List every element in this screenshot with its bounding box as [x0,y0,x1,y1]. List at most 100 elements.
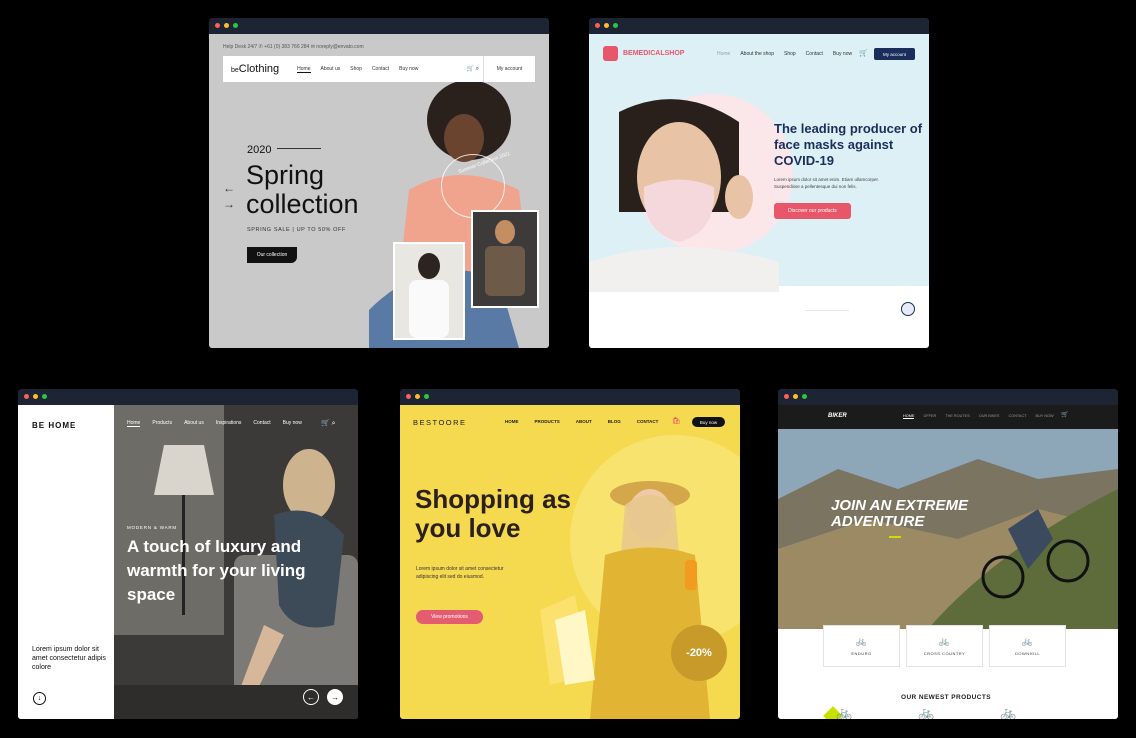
hero-title: A touch of luxury and warmth for your li… [127,537,306,604]
nav-about[interactable]: About us [321,66,341,73]
home-page: BE HOME Lorem ipsum dolor sit amet conse… [18,405,358,719]
buy-button[interactable]: Buy now [692,417,725,427]
category-cross-country[interactable]: 🚲 CROSS COUNTRY [906,625,983,667]
nav-shop[interactable]: Shop [784,51,796,57]
nav-contact[interactable]: CONTACT [1008,414,1026,419]
discount-badge: -20% [671,625,727,681]
cart-icon[interactable]: 🛒 [1061,411,1068,418]
logo[interactable]: BESTOORE [413,418,467,427]
nav-menu: HOME OFFER THE ROUTES OUR BIKES CONTACT … [903,414,1054,419]
hero-title: Spring collection [246,160,359,219]
hero-title: JOIN AN EXTREME ADVENTURE [831,497,968,530]
nav-products[interactable]: PRODUCTS [535,419,560,424]
logo-text[interactable]: BEMEDICALSHOP [623,50,684,57]
hero-subtext: Lorem ipsum dolor sit amet enim. Etiam u… [774,177,880,189]
product-bike-icon[interactable]: 🚲 [1000,705,1016,719]
masked-woman-photo [589,99,779,292]
nav-home[interactable]: Home [717,51,730,57]
biker-template-preview[interactable]: BIKER HOME OFFER THE ROUTES OUR BIKES CO… [778,389,1118,719]
nav-about[interactable]: ABOUT [576,419,592,424]
scroll-down-icon[interactable]: ↓ [33,692,46,705]
product-bike-icon[interactable]: 🚲 [918,705,934,719]
nav-contact[interactable]: CONTACT [637,419,659,424]
nav-shop[interactable]: Shop [350,66,362,73]
nav-buy[interactable]: Buy now [283,420,302,427]
nav-home[interactable]: Home [127,420,141,427]
slider-arrows[interactable]: ← → [223,180,235,212]
store-template-preview[interactable]: BESTOORE HOME PRODUCTS ABOUT BLOG CONTAC… [400,389,740,719]
clothing-page: Help Desk 24/7 ✆ +61 (0) 383 766 284 ✉ n… [209,34,549,348]
nav-buy[interactable]: Buy now [833,51,852,57]
window-titlebar [589,18,929,34]
account-button[interactable]: My account [874,48,915,60]
contact-topbar: Help Desk 24/7 ✆ +61 (0) 383 766 284 ✉ n… [223,44,364,50]
clothing-template-preview[interactable]: Help Desk 24/7 ✆ +61 (0) 383 766 284 ✉ n… [209,18,549,348]
collection-button[interactable]: Our collection [247,247,297,263]
window-titlebar [400,389,740,405]
sale-text: SPRING SALE | UP TO 50% OFF [247,227,346,233]
hero-title: Shopping as you love [415,484,571,543]
window-controls [406,394,429,399]
nav-contact[interactable]: Contact [372,66,389,73]
prev-arrow-icon[interactable]: ← [303,689,319,705]
window-controls [215,23,238,28]
window-titlebar [778,389,1118,405]
nav-menu: Home About the shop Shop Contact Buy now [717,51,852,57]
title-accent-line [889,536,901,538]
logo[interactable]: BE HOME [32,421,76,430]
divider [277,148,321,149]
window-controls [595,23,618,28]
nav-buy[interactable]: BUY NOW [1036,414,1054,419]
nav-home[interactable]: HOME [505,419,519,424]
nav-home[interactable]: HOME [903,414,915,419]
promotions-button[interactable]: View promotions [416,610,483,624]
bike-icon: 🚲 [1021,636,1034,646]
home-template-preview[interactable]: BE HOME Lorem ipsum dolor sit amet conse… [18,389,358,719]
nav-menu: HOME PRODUCTS ABOUT BLOG CONTACT [505,419,658,424]
product-photo-striped-shirt[interactable] [471,210,539,308]
nav-products[interactable]: Products [152,420,172,427]
hero-tag: MODERN & WARM [127,525,177,530]
footer-note: ——————————— [805,307,849,312]
hero-heading: The leading producer of face masks again… [774,121,923,168]
account-link[interactable]: My account [483,56,535,82]
logo-icon[interactable] [603,46,618,61]
product-bike-icon[interactable]: 🚲 [836,705,852,719]
nav-contact[interactable]: Contact [806,51,823,57]
bike-icon: 🚲 [938,636,951,646]
nav-menu: Home Products About us Inspirations Cont… [127,420,302,427]
nav-buy[interactable]: Buy now [399,66,418,73]
category-downhill[interactable]: 🚲 DOWNHILL [989,625,1066,667]
nav-inspirations[interactable]: Inspirations [216,420,242,427]
cart-search-icons[interactable]: 🛒 ⌕ [321,419,336,428]
window-controls [784,394,807,399]
medical-page: BEMEDICALSHOP Home About the shop Shop C… [589,34,929,348]
year-label: 2020 [247,144,272,156]
store-page: BESTOORE HOME PRODUCTS ABOUT BLOG CONTAC… [400,405,740,719]
logo[interactable]: beClothing [231,63,279,75]
window-titlebar [209,18,549,34]
biker-page: BIKER HOME OFFER THE ROUTES OUR BIKES CO… [778,405,1118,719]
product-photo-white-shirt[interactable] [393,242,465,340]
discover-button[interactable]: Discover our products [774,203,851,219]
navbar: beClothing Home About us Shop Contact Bu… [223,56,535,82]
sidebar-text: Lorem ipsum dolor sit amet consectetur a… [32,646,106,671]
cart-icon[interactable]: 🛒 [859,49,868,57]
category-enduro[interactable]: 🚲 ENDURO [823,625,900,667]
nav-about[interactable]: About the shop [740,51,774,57]
medical-template-preview[interactable]: BEMEDICALSHOP Home About the shop Shop C… [589,18,929,348]
newest-products-heading: OUR NEWEST PRODUCTS [901,694,991,701]
nav-offer[interactable]: OFFER [923,414,936,419]
nav-blog[interactable]: BLOG [608,419,621,424]
nav-bikes[interactable]: OUR BIKES [979,414,1000,419]
bike-icon: 🚲 [855,636,868,646]
nav-routes[interactable]: THE ROUTES [945,414,969,419]
nav-menu: Home About us Shop Contact Buy now [297,66,418,73]
nav-about[interactable]: About us [184,420,204,427]
logo[interactable]: BIKER [828,413,847,419]
nav-home[interactable]: Home [297,66,311,73]
nav-contact[interactable]: Contact [253,420,270,427]
next-arrow-icon[interactable]: → [327,689,343,705]
cart-icon[interactable]: 🛍 [672,417,681,425]
cart-search-icons[interactable]: 🛒 ⌕ [467,65,480,73]
